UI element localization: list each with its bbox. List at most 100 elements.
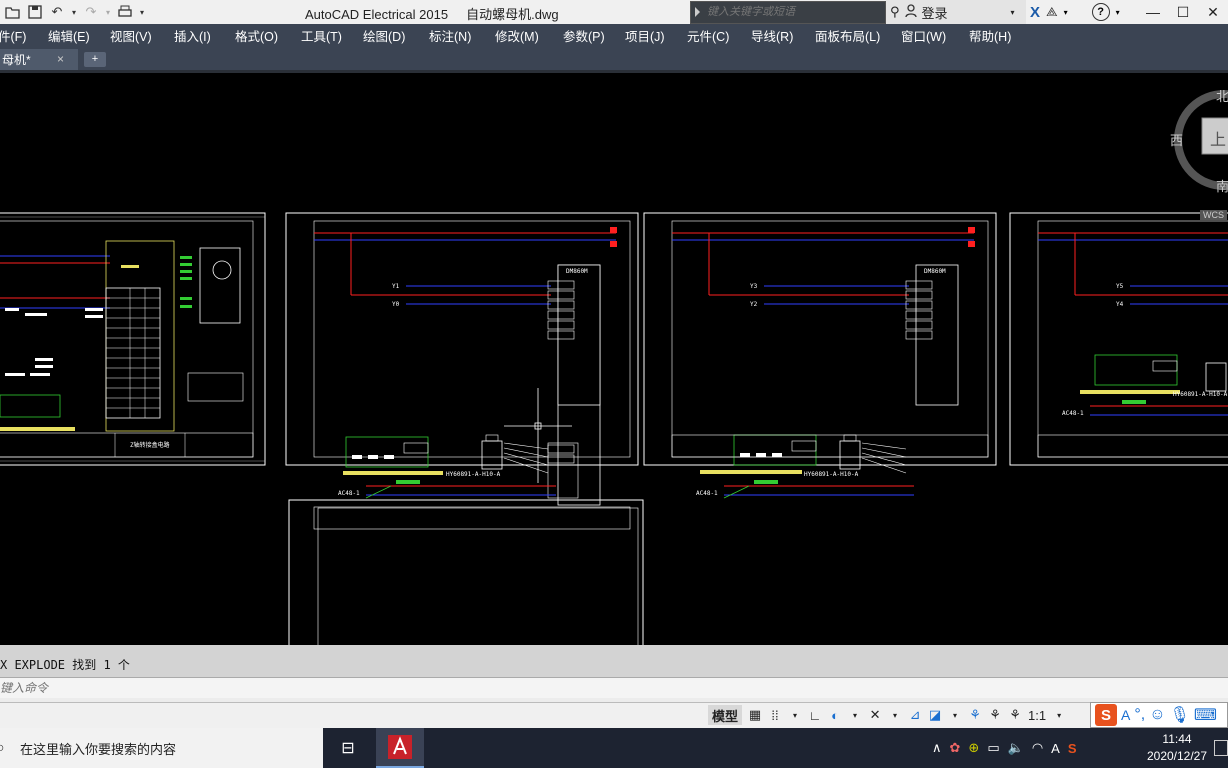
menu-window[interactable]: 窗口(W) [901, 26, 969, 45]
menu-view[interactable]: 视图(V) [110, 26, 174, 45]
snap-icon[interactable]: ⁞⁞ [768, 705, 782, 725]
undo-dropdown-icon[interactable]: ▾ [70, 3, 78, 21]
help-dropdown-icon[interactable]: ▾ [1116, 8, 1120, 17]
task-view-icon[interactable]: ⊟ [336, 736, 360, 760]
taskbar-search-text[interactable]: 在这里输入你要搜索的内容 [20, 739, 176, 758]
polar-icon[interactable]: ◐ [828, 705, 842, 725]
menu-draw[interactable]: 绘图(D) [363, 26, 429, 45]
taskbar-search[interactable]: ○ 在这里输入你要搜索的内容 [0, 728, 323, 768]
sheet-y1-axis-driver[interactable]: Y3 Y2 DM860M HY60891-A-H10-A AC48-1 [643, 212, 997, 499]
login-dropdown-icon[interactable]: ▾ [1011, 8, 1015, 17]
sheet-y2-axis-driver[interactable]: Y5 Y4 HY60891-A-H10-A AC48-1 [1009, 212, 1228, 466]
sheet-empty[interactable] [288, 499, 644, 645]
qat-customize-icon[interactable]: ▾ [138, 3, 146, 21]
wcs-menu[interactable]: WCS [1200, 210, 1227, 220]
lineweight-icon[interactable]: ⊿ [908, 705, 922, 725]
clock[interactable]: 11:44 2020/12/27 [1142, 731, 1212, 765]
sheet-x-axis-driver[interactable]: Y1 Y0 DM860M HY60891-A-H10-A AC48-1 [285, 212, 639, 506]
viewcube-north[interactable]: 北 [1216, 86, 1228, 105]
sheet2-motor-label: HY60891-A-H10-A [446, 471, 501, 478]
security-app-icon[interactable]: ⊕ [968, 740, 979, 756]
menu-parametric[interactable]: 参数(P) [563, 26, 625, 45]
close-tab-icon[interactable]: × [57, 52, 64, 66]
model-space-button[interactable]: 模型 [708, 705, 743, 725]
undo-icon[interactable]: ↶ [48, 3, 66, 21]
selection-dropdown-icon[interactable]: ▾ [948, 705, 962, 725]
ortho-icon[interactable]: ∟ [808, 705, 822, 725]
menu-components[interactable]: 元件(C) [687, 26, 751, 45]
plot-icon[interactable] [116, 3, 134, 21]
document-tab[interactable]: 母机* × [0, 49, 78, 70]
sheet2-y0-label: Y0 [392, 301, 400, 308]
sheet-z-axis-junction[interactable]: Z轴转接盒电路 [0, 212, 266, 466]
transparency-icon[interactable]: ◪ [928, 705, 942, 725]
menu-panel-layout[interactable]: 面板布局(L) [815, 26, 901, 45]
save-icon[interactable] [26, 3, 44, 21]
scale-dropdown-icon[interactable]: ▾ [1052, 705, 1066, 725]
a360-dropdown-icon[interactable]: ▾ [1064, 8, 1068, 17]
sheet3-y0-label: Y2 [750, 301, 758, 308]
sogou-logo-icon[interactable]: S [1095, 704, 1117, 726]
mic-icon[interactable]: 🎙 [1170, 705, 1190, 725]
new-tab-button[interactable]: + [84, 52, 106, 67]
grid-icon[interactable]: ▦ [748, 705, 762, 725]
clock-time: 11:44 [1162, 732, 1192, 746]
menu-wires[interactable]: 导线(R) [751, 26, 815, 45]
command-input[interactable] [0, 680, 700, 696]
osnap-icon[interactable]: ✕ [868, 705, 882, 725]
viewcube[interactable]: 北 西 南 上 WCS [1170, 86, 1228, 220]
taskbar-autocad-app[interactable] [376, 728, 424, 768]
exchange-icon[interactable]: X [1030, 4, 1040, 21]
menu-dimension[interactable]: 标注(N) [429, 26, 495, 45]
punctuation-icon[interactable]: °, [1134, 706, 1145, 724]
ime-language-icon[interactable]: A [1051, 741, 1060, 756]
drawing-svg: Z轴转接盒电路 Y1 Y0 DM860M HY60891-A-H10-A AC4… [0, 212, 1228, 645]
flower-app-icon[interactable]: ✿ [950, 740, 961, 756]
ime-mode[interactable]: A [1121, 707, 1130, 723]
annotation-scale-icon[interactable]: ⚘ [1008, 705, 1022, 725]
annotation-visibility-icon[interactable]: ⚘ [968, 705, 982, 725]
osnap-dropdown-icon[interactable]: ▾ [888, 705, 902, 725]
viewcube-top-face[interactable]: 上 [1210, 126, 1226, 150]
open-icon[interactable] [4, 3, 22, 21]
show-hidden-icons[interactable]: ∧ [932, 740, 942, 756]
sheet3-ac-label: AC48-1 [696, 490, 718, 497]
viewcube-south[interactable]: 南 [1216, 176, 1228, 195]
search-expand-icon[interactable] [695, 7, 700, 17]
menu-format[interactable]: 格式(O) [235, 26, 301, 45]
menu-help[interactable]: 帮助(H) [969, 26, 1029, 45]
viewcube-west[interactable]: 西 [1170, 130, 1183, 149]
drawing-canvas[interactable]: Z轴转接盒电路 Y1 Y0 DM860M HY60891-A-H10-A AC4… [0, 73, 1228, 645]
binoculars-icon[interactable]: ⚲ [890, 4, 900, 20]
snap-dropdown-icon[interactable]: ▾ [788, 705, 802, 725]
autoscale-icon[interactable]: ⚘ [988, 705, 1002, 725]
network-icon[interactable]: ◠ [1032, 740, 1043, 756]
help-icon[interactable]: ? [1091, 3, 1110, 21]
annotation-scale-value[interactable]: 1:1 [1028, 705, 1046, 725]
a360-icon[interactable]: ⟁ [1046, 4, 1058, 20]
notification-icon[interactable] [1214, 740, 1228, 756]
emoji-icon[interactable]: ☺ [1149, 706, 1165, 724]
sogou-tray-icon[interactable]: S [1068, 741, 1077, 756]
polar-dropdown-icon[interactable]: ▾ [848, 705, 862, 725]
minimize-button[interactable]: — [1138, 0, 1168, 24]
login-button[interactable]: 登录 [922, 3, 948, 22]
menu-project[interactable]: 项目(J) [625, 26, 687, 45]
sheet1-title: Z轴转接盒电路 [130, 441, 170, 449]
maximize-button[interactable]: ☐ [1168, 0, 1198, 24]
help-search-input[interactable] [707, 4, 877, 20]
quick-access-toolbar: ↶ ▾ ↷ ▾ ▾ [0, 0, 146, 24]
close-button[interactable]: ✕ [1198, 0, 1228, 24]
menu-modify[interactable]: 修改(M) [495, 26, 563, 45]
menu-edit[interactable]: 编辑(E) [48, 26, 110, 45]
battery-icon[interactable]: ▭ [987, 740, 999, 756]
redo-icon[interactable]: ↷ [82, 3, 100, 21]
volume-icon[interactable]: 🔈 [1008, 740, 1024, 756]
menu-tools[interactable]: 工具(T) [301, 26, 363, 45]
keyboard-icon[interactable]: ⌨ [1194, 705, 1217, 725]
menu-file[interactable]: 件(F) [0, 26, 48, 45]
help-search-box[interactable] [690, 1, 886, 24]
ime-toolbar[interactable]: S A °, ☺ 🎙 ⌨ [1090, 702, 1228, 728]
menu-insert[interactable]: 插入(I) [174, 26, 235, 45]
redo-dropdown-icon[interactable]: ▾ [104, 3, 112, 21]
